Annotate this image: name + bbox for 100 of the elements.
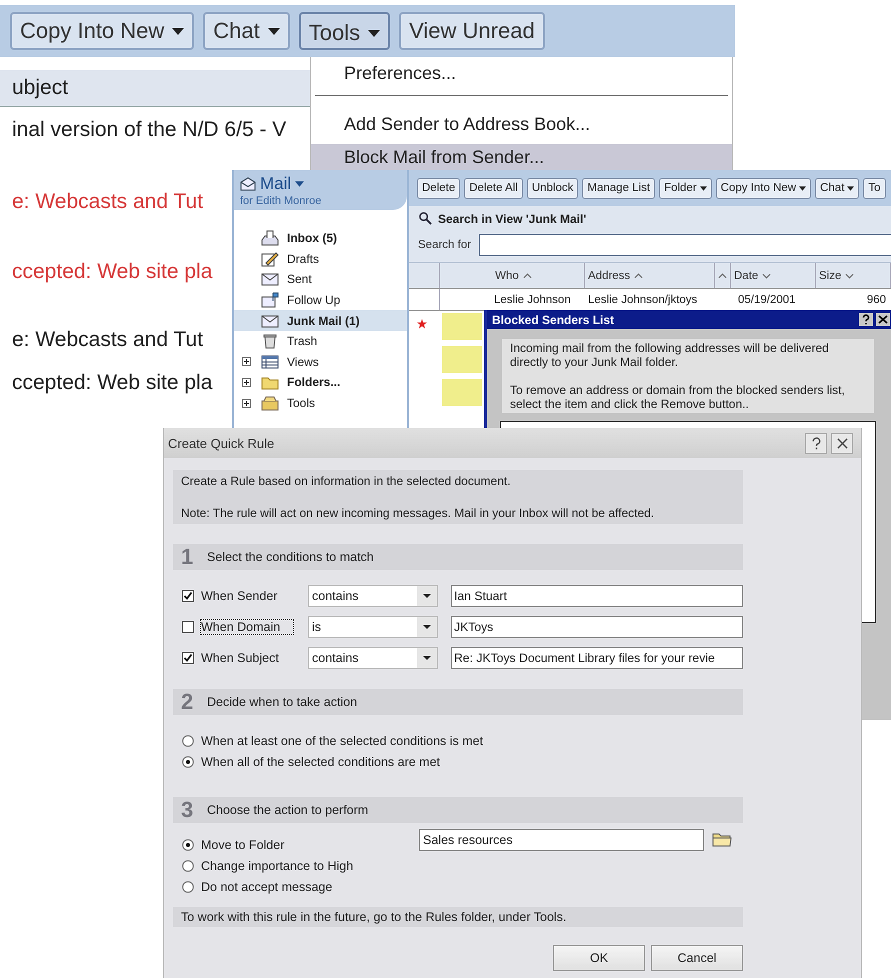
expand-icon[interactable] bbox=[242, 398, 251, 408]
checkbox[interactable] bbox=[182, 590, 194, 602]
message-subject[interactable]: ccepted: Web site pla bbox=[0, 254, 212, 290]
radio-button[interactable] bbox=[182, 735, 194, 747]
sort-icon[interactable] bbox=[762, 272, 772, 278]
flag-icon bbox=[261, 292, 279, 308]
toolbar-button[interactable]: To bbox=[863, 178, 886, 198]
radio-button[interactable] bbox=[182, 839, 194, 851]
nav-item[interactable]: Drafts bbox=[234, 248, 407, 270]
checkbox[interactable] bbox=[182, 652, 194, 664]
message-subject[interactable]: ccepted: Web site pla bbox=[0, 365, 212, 401]
toolbar-button[interactable]: Manage List bbox=[582, 178, 656, 198]
info-text: Create a Rule based on information in the selected document. bbox=[181, 473, 512, 489]
folder-field[interactable]: Sales resources bbox=[419, 829, 704, 851]
search-label: Search for bbox=[418, 239, 472, 251]
pencil-icon bbox=[261, 250, 279, 267]
input-field[interactable]: JKToys bbox=[451, 616, 743, 638]
option-label: When at least one of the selected conditions is met bbox=[201, 734, 484, 748]
sort-icon[interactable] bbox=[634, 272, 644, 278]
toolbox-icon bbox=[261, 395, 279, 412]
operator-dropdown[interactable]: is bbox=[308, 616, 438, 638]
step-number: 2 bbox=[180, 689, 194, 715]
close-button[interactable] bbox=[831, 432, 853, 454]
message-subject[interactable]: inal version of the N/D 6/5 - V bbox=[0, 112, 286, 148]
radio-button[interactable] bbox=[182, 860, 194, 872]
help-icon bbox=[810, 436, 822, 450]
column-header[interactable]: Who bbox=[495, 270, 519, 282]
nav-item[interactable]: Folders... bbox=[234, 372, 407, 393]
checkbox[interactable] bbox=[182, 621, 194, 633]
caret-icon[interactable] bbox=[295, 181, 304, 187]
nav-item[interactable]: Follow Up bbox=[234, 290, 407, 310]
message-subject[interactable]: e: Webcasts and Tut bbox=[0, 184, 204, 220]
envelope-icon bbox=[261, 312, 279, 329]
toolbar-button[interactable]: Delete All bbox=[464, 178, 523, 198]
column-header[interactable]: Date bbox=[734, 270, 758, 282]
option-label: Change importance to High bbox=[201, 859, 354, 873]
input-field[interactable]: Ian Stuart bbox=[451, 585, 743, 607]
info-text: Incoming mail from the following addresses will be delivered directly to your Junk Mail folder. bbox=[510, 341, 830, 369]
column-header[interactable]: Size bbox=[819, 270, 842, 282]
toolbar-button[interactable]: View Unread bbox=[399, 12, 545, 50]
nav-item[interactable]: Views bbox=[234, 352, 407, 372]
toolbar-button[interactable]: Chat bbox=[203, 12, 290, 50]
menu-item[interactable]: Preferences... bbox=[311, 57, 732, 89]
expand-icon[interactable] bbox=[242, 357, 251, 366]
table-cell: 05/19/2001 bbox=[738, 294, 796, 306]
toolbar-button[interactable]: Delete bbox=[417, 178, 460, 198]
operator-dropdown[interactable]: contains bbox=[308, 647, 438, 669]
help-button[interactable] bbox=[805, 432, 827, 454]
toolbar-button[interactable]: Unblock bbox=[526, 178, 578, 198]
dialog-title: Blocked Senders List bbox=[492, 312, 616, 326]
section-title: Select the conditions to match bbox=[207, 550, 374, 564]
search-field[interactable] bbox=[479, 234, 891, 256]
option-label: Move to Folder bbox=[201, 838, 284, 852]
cancel-button[interactable]: Cancel bbox=[651, 945, 743, 971]
close-icon[interactable] bbox=[876, 313, 890, 326]
nav-item[interactable]: Trash bbox=[234, 330, 407, 352]
menu-item[interactable]: Block Mail from Sender... bbox=[311, 144, 732, 171]
toolbar-button[interactable]: Folder bbox=[659, 178, 712, 198]
mail-title[interactable]: Mail bbox=[260, 174, 292, 194]
table-cell: 960 bbox=[866, 294, 886, 306]
toolbar-button[interactable]: Chat bbox=[815, 178, 860, 198]
table-cell: Leslie Johnson/jktoys bbox=[588, 294, 698, 306]
search-icon bbox=[419, 212, 432, 225]
trash-can-icon bbox=[261, 333, 279, 350]
section-title: Decide when to take action bbox=[207, 695, 358, 709]
step-number: 3 bbox=[180, 797, 194, 823]
sort-icon[interactable] bbox=[718, 272, 727, 278]
toolbar-button[interactable]: Copy Into New bbox=[10, 12, 194, 50]
sort-icon[interactable] bbox=[522, 272, 532, 278]
table-cell: Leslie Johnson bbox=[494, 294, 571, 306]
toolbar-button[interactable]: Copy Into New bbox=[716, 178, 812, 198]
menu-item[interactable]: Add Sender to Address Book... bbox=[311, 108, 732, 140]
operator-dropdown[interactable]: contains bbox=[308, 585, 438, 607]
input-field[interactable]: Re: JKToys Document Library files for your revie bbox=[451, 647, 743, 669]
table-icon bbox=[261, 354, 279, 370]
toolbar-button[interactable]: Tools bbox=[298, 12, 390, 50]
column-header[interactable]: Address bbox=[588, 270, 630, 282]
info-text: Note: The rule will act on new incoming messages. Mail in your Inbox will not be affected. bbox=[181, 505, 656, 521]
condition-label: When Subject bbox=[200, 650, 280, 666]
radio-button[interactable] bbox=[182, 756, 194, 768]
hint-text: To work with this rule in the future, go to the Rules folder, under Tools. bbox=[173, 907, 743, 927]
envelope-icon bbox=[261, 271, 279, 288]
step-number: 1 bbox=[180, 544, 194, 570]
tray-icon bbox=[261, 230, 279, 246]
folder-icon[interactable] bbox=[712, 831, 732, 847]
condition-label: When Domain bbox=[200, 619, 294, 635]
nav-item[interactable]: Sent bbox=[234, 269, 407, 290]
message-subject[interactable]: e: Webcasts and Tut bbox=[0, 322, 204, 358]
nav-item[interactable]: Tools bbox=[234, 392, 407, 414]
nav-item[interactable]: Inbox (5) bbox=[234, 228, 407, 249]
option-label: When all of the selected conditions are met bbox=[201, 755, 440, 769]
dialog-title: Create Quick Rule bbox=[168, 436, 276, 450]
nav-item[interactable]: Junk Mail (1) bbox=[234, 310, 407, 331]
ok-button[interactable]: OK bbox=[553, 945, 645, 971]
sort-icon[interactable] bbox=[845, 272, 854, 278]
help-icon[interactable] bbox=[859, 313, 873, 326]
option-label: Do not accept message bbox=[201, 880, 332, 894]
info-text: To remove an address or domain from the blocked senders list, select the item and click the Remove button.. bbox=[510, 383, 846, 411]
expand-icon[interactable] bbox=[242, 378, 251, 387]
radio-button[interactable] bbox=[182, 881, 194, 893]
